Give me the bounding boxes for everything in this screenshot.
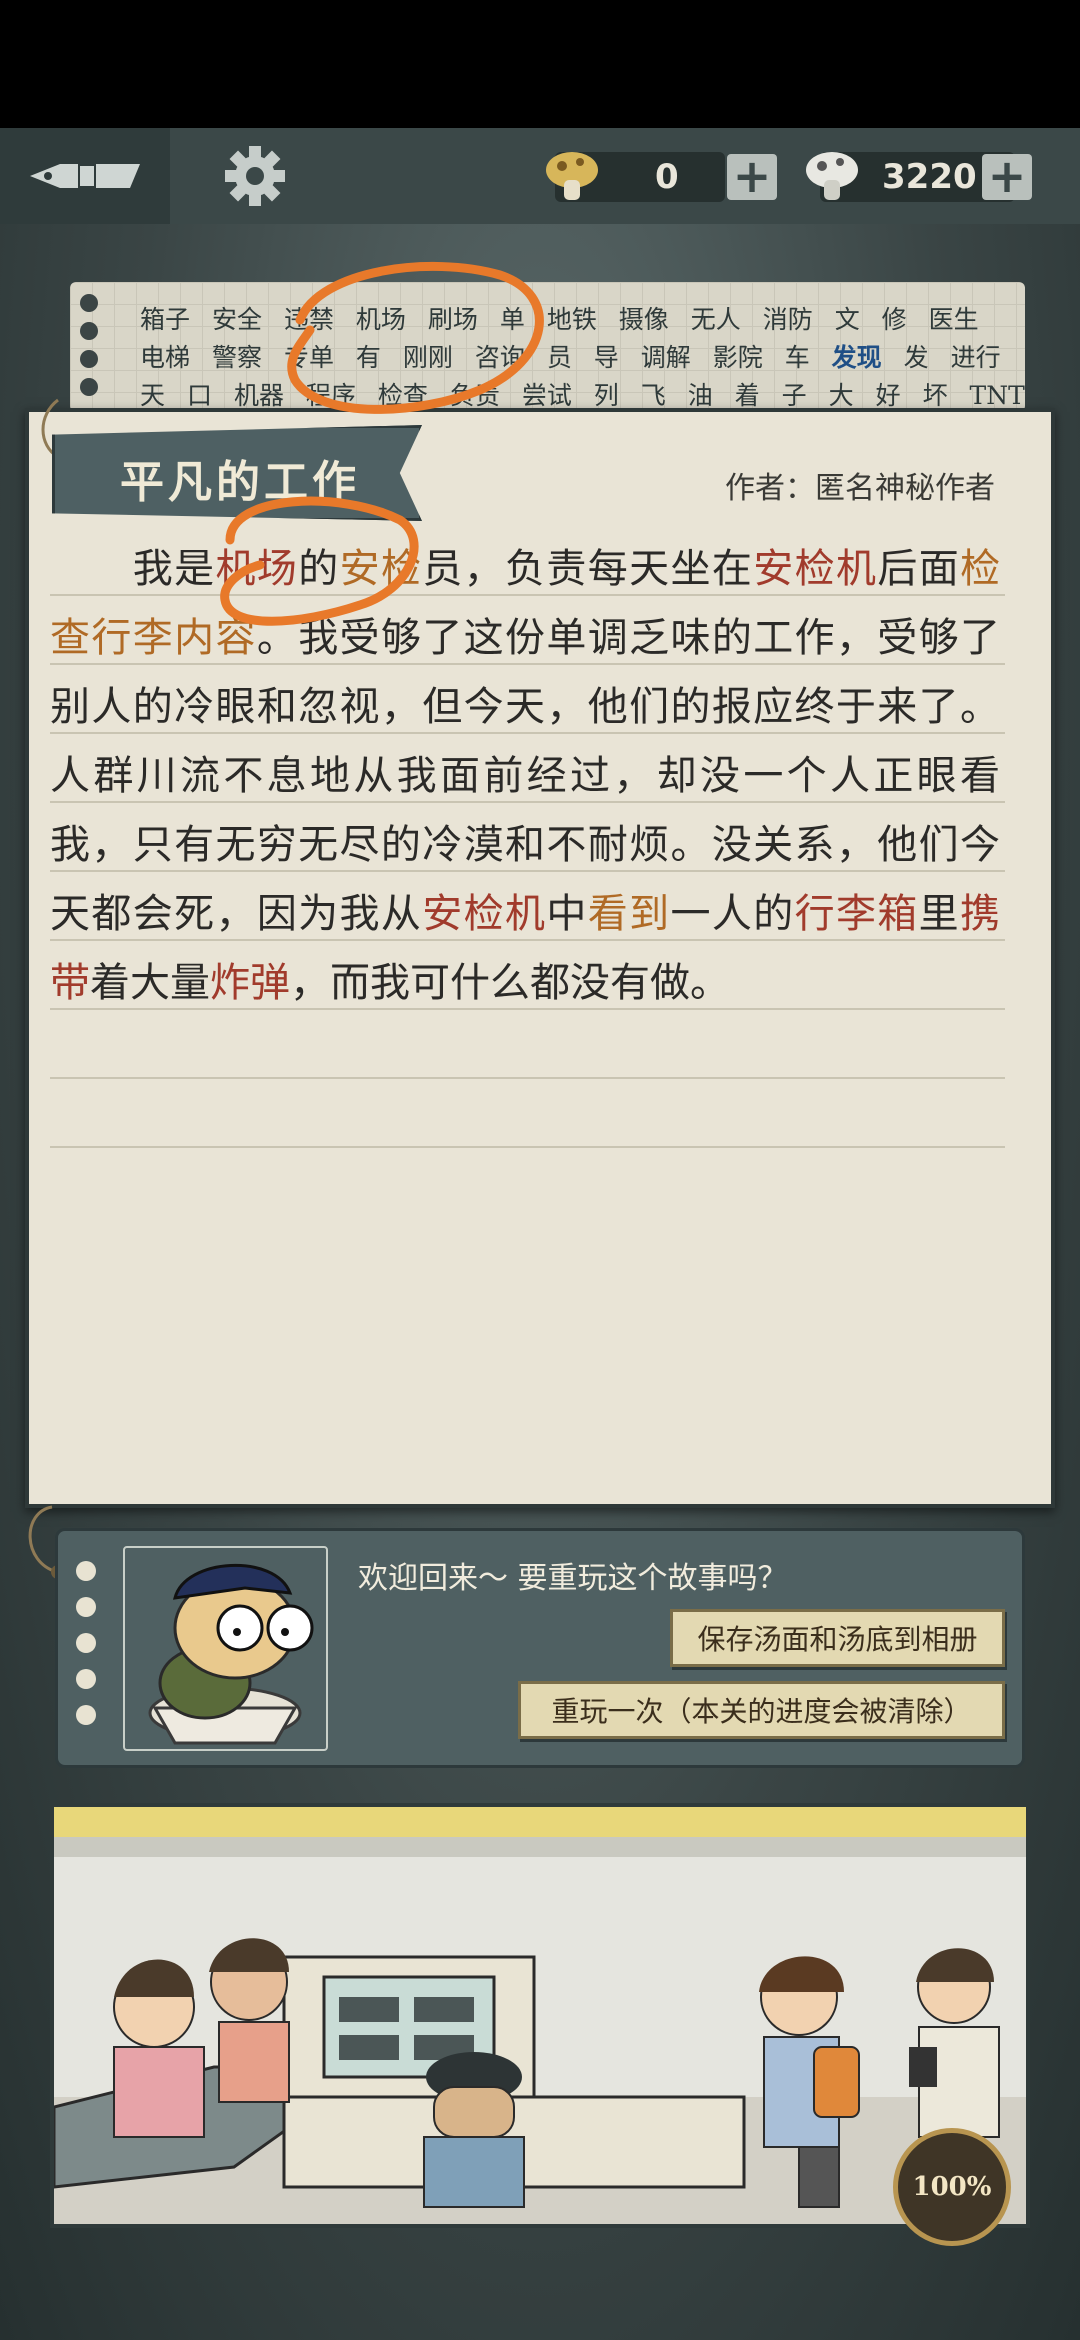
- annotation-circle: [220, 496, 419, 626]
- completion-badge: 100%: [893, 2128, 1011, 2246]
- story-keyword: 看到: [587, 891, 671, 937]
- replay-button[interactable]: 重玩一次（本关的进度会被清除）: [518, 1681, 1005, 1739]
- story-segment: 一人的: [670, 891, 795, 937]
- story-illustration: [50, 1803, 1030, 2228]
- story-segment: ，而我可什么都没有做。: [290, 960, 730, 1006]
- replay-panel: 欢迎回来～ 要重玩这个故事吗？ 保存汤面和汤底到相册 重玩一次（本关的进度会被清…: [55, 1528, 1025, 1768]
- story-segment: 着大量: [90, 960, 210, 1006]
- turtle-avatar: [123, 1546, 328, 1751]
- story-segment: 中: [546, 891, 588, 937]
- welcome-text: 欢迎回来～ 要重玩这个故事吗？: [358, 1561, 788, 1596]
- story-keyword: 行李箱: [794, 891, 919, 937]
- airport-security-scene: [54, 1807, 1026, 2224]
- game-screen: 0 + 3220 + 箱子 安全 违禁 机场 刷场 单 地铁 摄像 无人 消防 …: [0, 0, 1080, 2340]
- save-to-album-button[interactable]: 保存汤面和汤底到相册: [670, 1609, 1005, 1667]
- story-keyword: 炸弹: [210, 960, 290, 1006]
- annotation-overlay: [220, 262, 544, 626]
- turtle-mascot-icon: [148, 1564, 314, 1745]
- binder-holes: [76, 1561, 96, 1741]
- annotation-circle: [287, 262, 544, 414]
- story-keyword: 安检机: [422, 891, 547, 937]
- story-segment: 里: [918, 891, 961, 937]
